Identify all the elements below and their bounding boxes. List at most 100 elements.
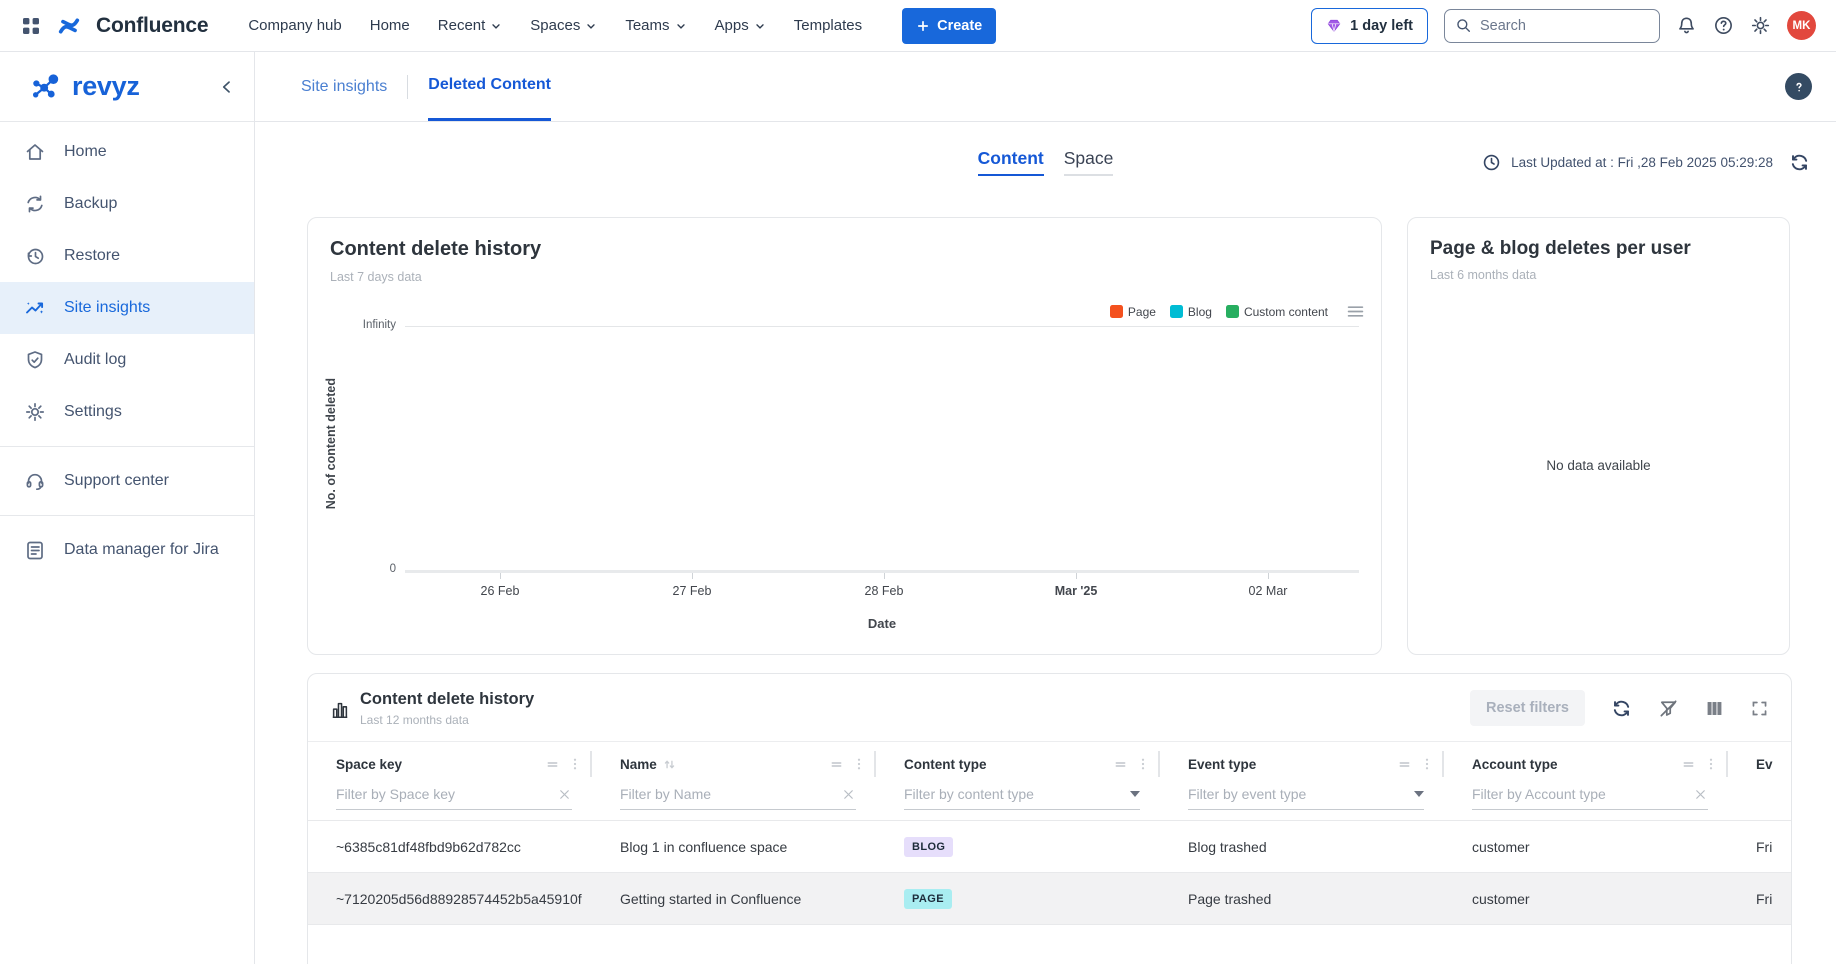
clear-filter-icon[interactable]	[1693, 787, 1708, 802]
column-header-event-type[interactable]: Event type	[1160, 742, 1444, 786]
sidebar-item-site-insights[interactable]: Site insights	[0, 282, 254, 334]
legend-item-custom-content[interactable]: Custom content	[1226, 305, 1328, 319]
clear-filter-icon[interactable]	[557, 787, 572, 802]
clear-filter-icon[interactable]	[841, 787, 856, 802]
column-menu-kebab-icon[interactable]	[1420, 756, 1434, 772]
chevron-down-icon	[675, 20, 687, 32]
x-axis-tick	[500, 573, 501, 579]
sidebar-item-data-manager[interactable]: Data manager for Jira	[0, 524, 254, 576]
resize-handle-icon[interactable]	[1681, 757, 1696, 772]
column-header-account-type[interactable]: Account type	[1444, 742, 1728, 786]
nav-apps[interactable]: Apps	[715, 17, 766, 34]
legend-item-page[interactable]: Page	[1110, 305, 1156, 319]
filter-content-type-input[interactable]	[904, 786, 1130, 802]
panel-subtitle: Last 6 months data	[1430, 268, 1536, 282]
column-menu-kebab-icon[interactable]	[852, 756, 866, 772]
settings-gear-icon[interactable]	[1750, 15, 1771, 36]
document-list-icon	[24, 539, 46, 561]
bar-chart-icon	[330, 692, 350, 727]
legend-item-blog[interactable]: Blog	[1170, 305, 1212, 319]
column-header-event-date[interactable]: Ev	[1728, 742, 1791, 786]
tab-space[interactable]: Space	[1064, 148, 1114, 176]
search-box[interactable]	[1444, 9, 1660, 43]
chart-menu-icon[interactable]	[1346, 302, 1365, 321]
help-icon[interactable]	[1713, 15, 1734, 36]
resize-handle-icon[interactable]	[1113, 757, 1128, 772]
cell-account-type: customer	[1444, 821, 1728, 872]
sidebar-collapse-icon[interactable]	[218, 78, 236, 96]
column-menu-kebab-icon[interactable]	[1136, 756, 1150, 772]
table-header-row: Space key Name Content type Event type A…	[308, 742, 1791, 786]
sort-icon[interactable]	[663, 758, 676, 771]
sidebar-item-label: Support center	[64, 472, 169, 490]
cell-name: Blog 1 in confluence space	[592, 821, 876, 872]
column-menu-kebab-icon[interactable]	[568, 756, 582, 772]
cell-space-key: ~6385c81df48fbd9b62d782cc	[308, 821, 592, 872]
sidebar-item-audit-log[interactable]: Audit log	[0, 334, 254, 386]
chart-subtitle: Last 7 days data	[330, 270, 422, 284]
breadcrumb-tab-deleted-content[interactable]: Deleted Content	[428, 52, 551, 121]
column-header-name[interactable]: Name	[592, 742, 876, 786]
columns-icon[interactable]	[1705, 699, 1724, 718]
chevron-down-icon	[585, 20, 597, 32]
nav-templates[interactable]: Templates	[794, 17, 862, 34]
nav-company-hub[interactable]: Company hub	[248, 17, 341, 34]
avatar[interactable]: MK	[1787, 11, 1816, 40]
app-switcher-icon[interactable]	[20, 15, 42, 37]
nav-home[interactable]: Home	[370, 17, 410, 34]
filter-account-type-input[interactable]	[1472, 786, 1693, 802]
sidebar-item-backup[interactable]: Backup	[0, 178, 254, 230]
nav-spaces[interactable]: Spaces	[530, 17, 597, 34]
reset-filters-button[interactable]: Reset filters	[1470, 690, 1585, 726]
filter-off-icon[interactable]	[1658, 698, 1679, 719]
column-header-space-key[interactable]: Space key	[308, 742, 592, 786]
sidebar-item-label: Restore	[64, 247, 120, 265]
create-button[interactable]: Create	[902, 8, 996, 44]
notifications-bell-icon[interactable]	[1676, 15, 1697, 36]
x-axis-tick	[884, 573, 885, 579]
resize-handle-icon[interactable]	[829, 757, 844, 772]
sidebar-item-support-center[interactable]: Support center	[0, 455, 254, 507]
dropdown-caret-icon[interactable]	[1130, 791, 1140, 797]
column-header-content-type[interactable]: Content type	[876, 742, 1160, 786]
chart-x-axis-line	[405, 570, 1359, 573]
chevron-down-icon	[490, 20, 502, 32]
no-data-message: No data available	[1408, 458, 1789, 473]
table-row[interactable]: ~7120205d56d88928574452b5a45910f Getting…	[308, 872, 1791, 924]
column-menu-kebab-icon[interactable]	[1704, 756, 1718, 772]
sidebar-item-home[interactable]: Home	[0, 126, 254, 178]
dropdown-caret-icon[interactable]	[1414, 791, 1424, 797]
last-updated: Last Updated at : Fri ,28 Feb 2025 05:29…	[1482, 152, 1810, 173]
search-input[interactable]	[1480, 18, 1630, 34]
filter-space-key-input[interactable]	[336, 786, 557, 802]
search-icon	[1455, 17, 1472, 34]
filter-event-type-input[interactable]	[1188, 786, 1414, 802]
sidebar-item-label: Data manager for Jira	[64, 541, 219, 559]
resize-handle-icon[interactable]	[545, 757, 560, 772]
filter-name-input[interactable]	[620, 786, 841, 802]
nav-teams[interactable]: Teams	[625, 17, 686, 34]
tab-content[interactable]: Content	[978, 148, 1044, 176]
resize-handle-icon[interactable]	[1397, 757, 1412, 772]
x-tick-label: 28 Feb	[839, 584, 929, 598]
sidebar-divider	[0, 515, 254, 516]
sidebar-item-restore[interactable]: Restore	[0, 230, 254, 282]
x-axis-tick	[1076, 573, 1077, 579]
breadcrumb-tab-site-insights[interactable]: Site insights	[301, 52, 387, 121]
product-name: Confluence	[96, 14, 208, 38]
cell-name: Getting started in Confluence	[592, 873, 876, 924]
refresh-icon[interactable]	[1789, 152, 1810, 173]
sidebar-item-label: Site insights	[64, 299, 150, 317]
fullscreen-icon[interactable]	[1750, 699, 1769, 718]
chart-top-gridline	[405, 326, 1359, 327]
table-refresh-icon[interactable]	[1611, 698, 1632, 719]
page-help-icon[interactable]	[1785, 73, 1812, 100]
legend-swatch-blog	[1170, 305, 1183, 318]
table-row[interactable]: ~6385c81df48fbd9b62d782cc Blog 1 in conf…	[308, 820, 1791, 872]
chevron-down-icon	[754, 20, 766, 32]
trial-countdown-button[interactable]: 1 day left	[1311, 8, 1428, 44]
nav-recent[interactable]: Recent	[438, 17, 503, 34]
brand-name: revyz	[72, 71, 140, 102]
gem-icon	[1326, 18, 1342, 34]
sidebar-item-settings[interactable]: Settings	[0, 386, 254, 438]
